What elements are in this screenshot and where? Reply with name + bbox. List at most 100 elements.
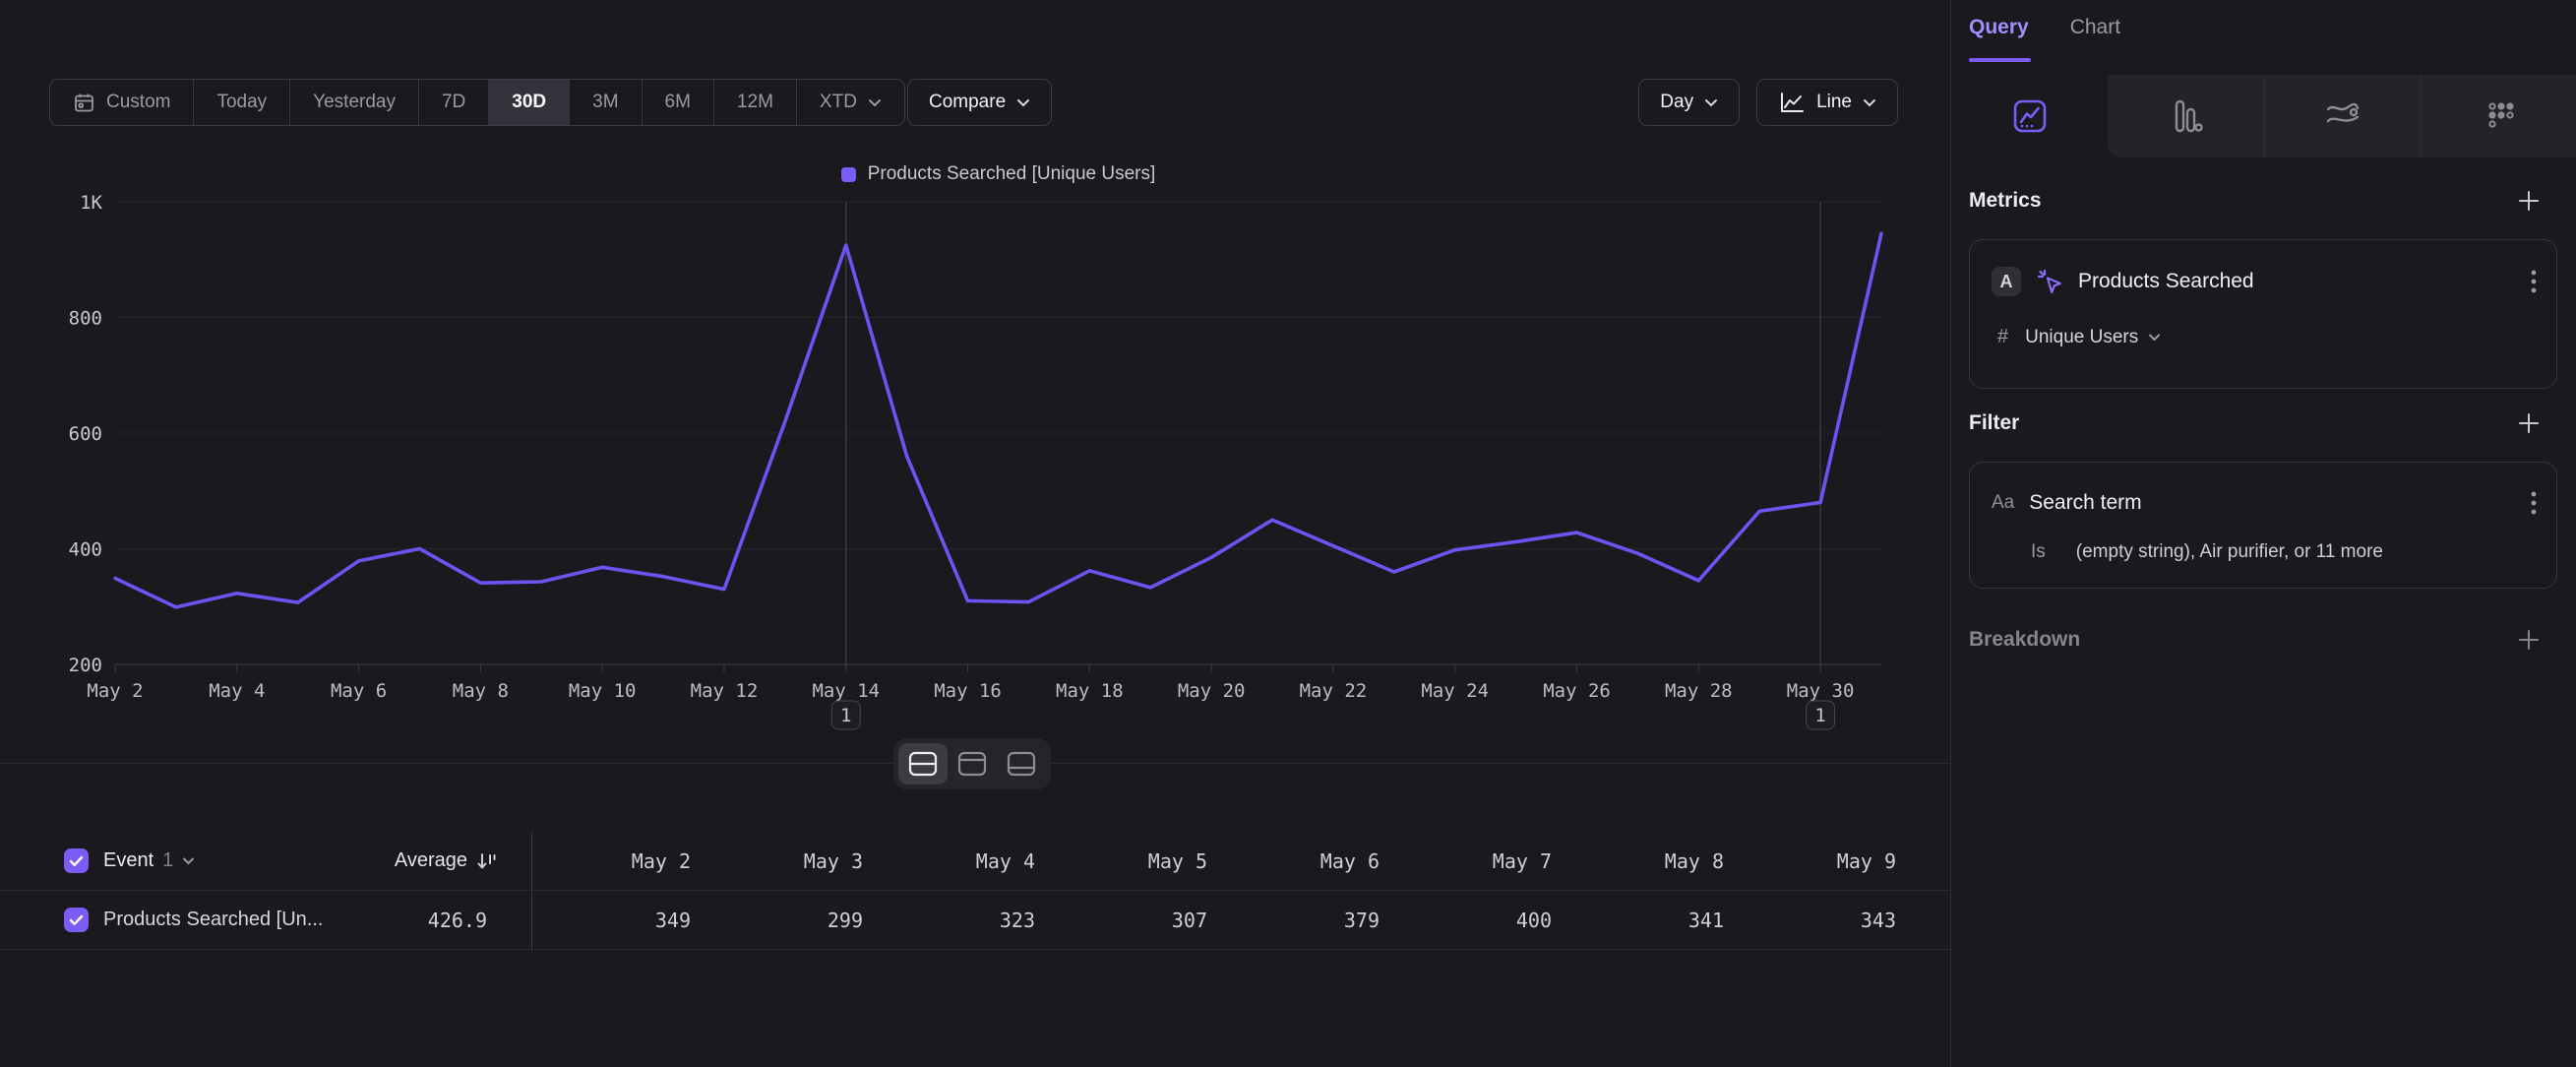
- report-tab-funnels[interactable]: [2108, 75, 2264, 157]
- filter-card[interactable]: Aa Search term Is (empty string), Air pu…: [1969, 462, 2557, 589]
- plus-icon[interactable]: [2516, 627, 2542, 653]
- range-label: Custom: [106, 92, 170, 113]
- range-6m-button[interactable]: 6M: [643, 80, 714, 125]
- x-axis-label: May 28: [1665, 680, 1733, 702]
- kebab-menu-icon[interactable]: [2531, 490, 2537, 516]
- annotation-badge[interactable]: [831, 701, 860, 729]
- average-sort-header[interactable]: Average: [266, 849, 497, 872]
- table-date-header[interactable]: May 9: [1724, 832, 1896, 891]
- x-axis-label: May 16: [934, 680, 1002, 702]
- table-date-header[interactable]: May 5: [1035, 832, 1207, 891]
- table-value-cell: 341: [1552, 891, 1724, 950]
- table-value-cell: 349: [519, 891, 691, 950]
- y-axis-label: 600: [69, 423, 102, 445]
- chevron-down-icon: [868, 98, 882, 107]
- chart-only-icon: [957, 751, 987, 777]
- measure-dropdown[interactable]: Unique Users: [2025, 327, 2161, 348]
- row-average-value: 426.9: [266, 909, 487, 932]
- legend-label[interactable]: Products Searched [Unique Users]: [868, 163, 1156, 185]
- filter-operator[interactable]: Is: [2031, 541, 2046, 563]
- x-axis-label: May 22: [1300, 680, 1368, 702]
- breakdown-section-header: Breakdown: [1951, 620, 2576, 659]
- query-sidebar: Query Chart: [1950, 0, 2576, 1067]
- layout-toggle: [893, 738, 1051, 789]
- table-date-header[interactable]: May 3: [691, 832, 863, 891]
- x-axis-label: May 20: [1178, 680, 1246, 702]
- x-axis-label: May 10: [569, 680, 637, 702]
- table-value-cell: 299: [691, 891, 863, 950]
- annotation-count: 1: [840, 705, 851, 726]
- tab-chart[interactable]: Chart: [2070, 16, 2120, 53]
- y-axis-label: 800: [69, 308, 102, 330]
- table-date-header[interactable]: May 2: [519, 832, 691, 891]
- retention-icon: [2324, 100, 2361, 132]
- table-header-row: Event 1 Average May 2May 3May 4May 5May …: [0, 832, 1950, 891]
- report-tab-flows[interactable]: [2421, 75, 2576, 157]
- table-value-cell: 307: [1035, 891, 1207, 950]
- metrics-section-header: Metrics: [1951, 181, 2576, 220]
- row-checkbox[interactable]: [64, 908, 89, 932]
- funnels-icon: [2169, 98, 2204, 134]
- chart-legend: Products Searched [Unique Users]: [115, 163, 1881, 185]
- series-line: [115, 233, 1881, 607]
- plus-icon[interactable]: [2516, 410, 2542, 436]
- range-yesterday-button[interactable]: Yesterday: [290, 80, 419, 125]
- count-type-icon: #: [1997, 326, 2008, 348]
- report-tab-insights[interactable]: [1951, 75, 2108, 157]
- range-xtd-button[interactable]: XTD: [797, 80, 904, 125]
- metric-card[interactable]: A Products Searched # Unique Users: [1969, 239, 2557, 389]
- check-icon: [69, 914, 84, 926]
- line-chart: 2004006008001KMay 2May 4May 6May 8May 10…: [0, 157, 1950, 787]
- layout-table-only-button[interactable]: [997, 743, 1046, 785]
- event-dropdown[interactable]: Event 1: [103, 849, 195, 872]
- y-axis-label: 200: [69, 655, 102, 676]
- chart-type-dropdown[interactable]: Line: [1756, 79, 1898, 126]
- x-axis-label: May 14: [812, 680, 880, 702]
- annotation-badge[interactable]: [1807, 701, 1835, 729]
- x-axis-label: May 4: [209, 680, 265, 702]
- compare-button[interactable]: Compare: [907, 79, 1052, 126]
- metric-event-name[interactable]: Products Searched: [2078, 270, 2516, 293]
- table-value-cell: 323: [863, 891, 1035, 950]
- y-axis-label: 400: [69, 539, 102, 561]
- calendar-icon: [73, 92, 95, 114]
- report-tab-retention[interactable]: [2264, 75, 2421, 157]
- table-date-headers: May 2May 3May 4May 5May 6May 7May 8May 9: [519, 832, 1896, 891]
- table-row[interactable]: Products Searched [Un... 426.9 349299323…: [0, 891, 1950, 950]
- layout-split-view-button[interactable]: [898, 743, 948, 785]
- kebab-menu-icon[interactable]: [2531, 269, 2537, 294]
- select-all-checkbox[interactable]: [64, 848, 89, 873]
- range-3m-button[interactable]: 3M: [570, 80, 642, 125]
- granularity-dropdown[interactable]: Day: [1638, 79, 1740, 126]
- chevron-down-icon: [1704, 98, 1718, 107]
- table-date-header[interactable]: May 6: [1207, 832, 1380, 891]
- tab-query[interactable]: Query: [1969, 16, 2029, 53]
- chevron-down-icon: [2148, 334, 2161, 342]
- table-date-header[interactable]: May 8: [1552, 832, 1724, 891]
- layout-chart-only-button[interactable]: [948, 743, 997, 785]
- table-date-header[interactable]: May 4: [863, 832, 1035, 891]
- table-date-header[interactable]: May 7: [1380, 832, 1552, 891]
- filter-value[interactable]: (empty string), Air purifier, or 11 more: [2076, 541, 2383, 563]
- chart-toolbar: Custom Today Yesterday 7D 30D 3M 6M 12M …: [0, 79, 1950, 126]
- range-today-button[interactable]: Today: [194, 80, 290, 125]
- range-30d-button[interactable]: 30D: [489, 80, 570, 125]
- x-axis-label: May 8: [453, 680, 509, 702]
- x-axis-label: May 24: [1421, 680, 1489, 702]
- table-value-cell: 400: [1380, 891, 1552, 950]
- plus-icon[interactable]: [2516, 188, 2542, 214]
- table-only-icon: [1007, 751, 1036, 777]
- range-7d-button[interactable]: 7D: [419, 80, 489, 125]
- y-axis-label: 1K: [80, 192, 102, 214]
- sidebar-tab-bar: Query Chart: [1969, 16, 2120, 53]
- flows-icon: [2482, 98, 2517, 134]
- event-cursor-icon: [2036, 268, 2063, 295]
- string-property-icon: Aa: [1992, 492, 2014, 514]
- line-chart-icon: [1778, 91, 1806, 114]
- range-12m-button[interactable]: 12M: [714, 80, 797, 125]
- filter-property-name[interactable]: Search term: [2029, 491, 2516, 515]
- annotation-count: 1: [1814, 705, 1825, 726]
- x-axis-label: May 26: [1543, 680, 1611, 702]
- range-custom-button[interactable]: Custom: [50, 80, 194, 125]
- table-value-cell: 343: [1724, 891, 1896, 950]
